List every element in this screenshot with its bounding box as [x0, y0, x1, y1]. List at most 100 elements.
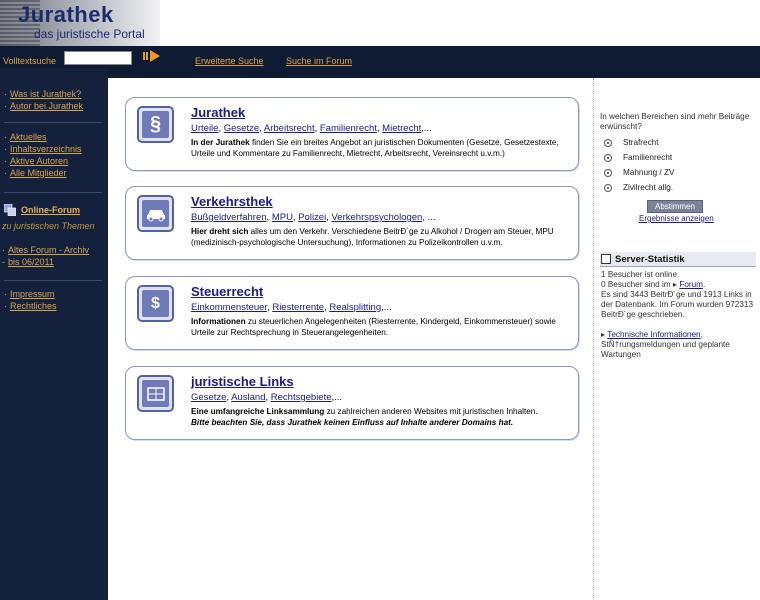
card-links: Gesetze, Ausland, Rechtsgebiete,... [191, 392, 343, 403]
server-stats-header: Server-Statistik [600, 252, 756, 267]
card-description: Eine umfangreiche Linksammlung zu zahlre… [191, 406, 571, 428]
forum-search-link[interactable]: Suche im Forum [286, 56, 352, 66]
sidebar-divider [4, 280, 102, 281]
card-jurathek: § Jurathek Urteile, Gesetze, Arbeitsrech… [125, 97, 579, 171]
card-link[interactable]: Gesetze [191, 392, 226, 403]
paragraph-icon[interactable]: § [137, 106, 174, 143]
tech-info-link[interactable]: Technische Informationen [607, 330, 700, 339]
forum-archiv-link[interactable]: Altes Forum - Archiv [8, 245, 89, 255]
car-icon[interactable] [137, 195, 174, 232]
poll-option[interactable]: Strafrecht [604, 138, 754, 150]
card-link[interactable]: MPU [272, 212, 293, 223]
top-bar-extension [108, 68, 760, 78]
sidebar-item-autor[interactable]: Autor bei Jurathek [4, 100, 104, 112]
server-stats-body: 1 Besucher ist online. 0 Besucher sind i… [601, 270, 756, 320]
card-desc-bold: Eine umfangreiche Linksammlung [191, 407, 325, 416]
sidebar-item-inhaltsverzeichnis[interactable]: Inhaltsverzeichnis [4, 143, 104, 155]
search-input[interactable] [64, 51, 132, 65]
card-links: Urteile, Gesetze, Arbeitsrecht, Familien… [191, 123, 432, 134]
poll-option-label: Mahnung / ZV [623, 168, 675, 177]
sidebar: Was ist Jurathek? Autor bei Jurathek Akt… [0, 68, 108, 600]
main-content: § Jurathek Urteile, Gesetze, Arbeitsrech… [108, 78, 594, 600]
card-link[interactable]: Mietrecht [382, 123, 421, 134]
card-juristische-links: juristische Links Gesetze, Ausland, Rech… [125, 366, 579, 440]
sidebar-group-about: Was ist Jurathek? Autor bei Jurathek [4, 88, 104, 112]
right-column: In welchen Bereichen sind mehr Beiträge … [596, 78, 760, 600]
card-description: In der Jurathek finden Sie ein breites A… [191, 137, 571, 159]
poll-option[interactable]: Familienrecht [604, 153, 754, 165]
radio-button[interactable] [604, 184, 612, 192]
vote-button[interactable]: Abstimmen [647, 200, 703, 213]
sidebar-item-alle-mitglieder[interactable]: Alle Mitglieder [4, 167, 104, 179]
sidebar-item-impressum[interactable]: Impressum [4, 288, 104, 300]
card-link[interactable]: Gesetze [224, 123, 259, 134]
card-link[interactable]: Ausland [231, 392, 265, 403]
globe-icon[interactable] [137, 375, 174, 412]
card-link[interactable]: Urteile [191, 123, 218, 134]
card-title[interactable]: juristische Links [191, 374, 294, 389]
card-links: Bußgeldverfahren, MPU, Polizei, Verkehrs… [191, 212, 436, 223]
radio-button[interactable] [604, 139, 612, 147]
card-link[interactable]: Verkehrspsychologen [332, 212, 423, 223]
card-desc-italic: Bitte beachten Sie, dass Jurathek keinen… [191, 418, 514, 427]
sidebar-item-aktuelles[interactable]: Aktuelles [4, 131, 104, 143]
card-link[interactable]: Riesterrente [272, 302, 324, 313]
forum-link[interactable]: Forum [679, 280, 703, 289]
sidebar-divider [4, 122, 102, 123]
forum-archiv-date[interactable]: bis 06/2011 [8, 257, 54, 267]
card-description: Informationen zu steuerlichen Angelegenh… [191, 316, 571, 338]
card-desc-text: zu zahlreichen anderen Websites mit juri… [324, 407, 538, 416]
card-verkehrsthek: Verkehrsthek Bußgeldverfahren, MPU, Poli… [125, 186, 579, 260]
stats-forum-text: 0 Besucher sind im [601, 280, 671, 289]
server-icon [601, 254, 611, 264]
poll-results-link[interactable]: Ergebnisse anzeigen [639, 214, 714, 223]
card-link[interactable]: Arbeitsrecht [264, 123, 315, 134]
tech-info-text: StÑ†rungsmeldungen und geplante Wartunge… [601, 340, 730, 359]
card-desc-bold: In der Jurathek [191, 138, 250, 147]
advanced-search-link[interactable]: Erweiterte Suche [195, 56, 264, 66]
poll-question: In welchen Bereichen sind mehr Beiträge … [600, 112, 750, 131]
card-link[interactable]: Rechtsgebiete [271, 392, 332, 403]
logo[interactable]: Jurathek das juristische Portal [0, 0, 160, 46]
card-desc-text: zu steuerlichen Angelegenheiten (Riester… [191, 317, 556, 337]
logo-title: Jurathek [18, 2, 114, 27]
card-description: Hier dreht sich alles um den Verkehr. Ve… [191, 226, 571, 248]
server-tech-info: ▸ Technische Informationen, StÑ†rungsmel… [601, 330, 730, 359]
card-title[interactable]: Steuerrecht [191, 284, 263, 299]
stats-forum: 0 Besucher sind im ▸ Forum. [601, 280, 706, 289]
forum-archiv: · Altes Forum - Archiv - bis 06/2011 [2, 245, 90, 267]
sidebar-forum[interactable]: Online-Forum [4, 204, 104, 218]
forum-label: Online-Forum [21, 205, 80, 215]
poll-option-label: Zivilrecht allg. [623, 183, 674, 192]
header: Jurathek das juristische Portal [0, 0, 760, 46]
radio-button[interactable] [604, 154, 612, 162]
card-links: Einkommensteuer, Riesterrente, Realsplit… [191, 302, 392, 313]
card-link[interactable]: Polizei [298, 212, 326, 223]
card-link[interactable]: Einkommensteuer [191, 302, 267, 313]
sidebar-group-content: Aktuelles Inhaltsverzeichnis Aktive Auto… [4, 131, 104, 179]
card-title[interactable]: Jurathek [191, 105, 245, 120]
sidebar-item-rechtliches[interactable]: Rechtliches [4, 300, 104, 312]
radio-button[interactable] [604, 169, 612, 177]
logo-subtitle: das juristische Portal [34, 27, 145, 41]
poll-option[interactable]: Zivilrecht allg. [604, 183, 754, 195]
forum-subtitle: zu juristischen Themen [2, 221, 95, 231]
money-bag-icon[interactable]: $ [137, 285, 174, 322]
card-desc-bold: Informationen [191, 317, 246, 326]
sidebar-item-was-ist-jurathek[interactable]: Was ist Jurathek? [4, 88, 104, 100]
sidebar-item-aktive-autoren[interactable]: Aktive Autoren [4, 155, 104, 167]
poll-option[interactable]: Mahnung / ZV [604, 168, 754, 180]
poll-option-label: Strafrecht [623, 138, 659, 147]
stats-database: Es sind 3443 BeitrÐ´ge und 1913 Links in… [601, 290, 754, 319]
search-go-arrow-icon[interactable] [143, 49, 161, 63]
forum-icon [4, 204, 16, 216]
sidebar-group-legal: Impressum Rechtliches [4, 288, 104, 312]
server-stats-title: Server-Statistik [615, 254, 685, 265]
card-link[interactable]: Realsplitting [329, 302, 381, 313]
top-bar: Volltextsuche Erweiterte Suche Suche im … [0, 46, 760, 68]
column-divider [593, 78, 594, 600]
stats-online: 1 Besucher ist online. [601, 270, 680, 279]
card-link[interactable]: Bußgeldverfahren [191, 212, 267, 223]
card-link[interactable]: Familienrecht [320, 123, 377, 134]
card-title[interactable]: Verkehrsthek [191, 194, 273, 209]
